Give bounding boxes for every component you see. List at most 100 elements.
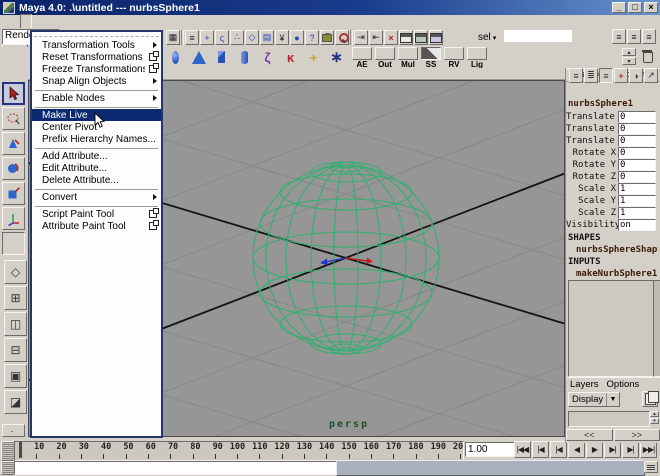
quick-select-input[interactable]: [504, 30, 572, 42]
layout-hypershade-persp-button[interactable]: ▣: [4, 364, 27, 388]
menu-bar-item[interactable]: [62, 15, 72, 28]
layer-scroll-down-icon[interactable]: ▾: [650, 418, 659, 424]
show-attribute-editor-icon[interactable]: ≡: [612, 29, 626, 44]
menu-item[interactable]: Edit Attribute...: [32, 162, 161, 174]
step-forward-key-button[interactable]: ▶|: [604, 441, 621, 458]
menu-item[interactable]: Reset Transformations: [32, 51, 161, 63]
range-slider-bar[interactable]: [336, 460, 645, 476]
output-connections-icon[interactable]: ⇤: [369, 30, 383, 45]
menu-item[interactable]: Prefix Hierarchy Names...: [32, 133, 161, 145]
menu-bar-item[interactable]: [102, 15, 112, 28]
menu-item[interactable]: Convert: [32, 191, 161, 203]
create-layer-icon[interactable]: [642, 391, 658, 407]
selected-object-name[interactable]: nurbsSphere1: [568, 99, 658, 109]
layout-four-view-button[interactable]: ⊞: [4, 286, 27, 310]
snap-to-curves-icon[interactable]: ς: [215, 30, 229, 45]
no-history-icon[interactable]: ×: [384, 30, 398, 45]
menu-item[interactable]: Transformation Tools: [32, 39, 161, 51]
play-forward-button[interactable]: ▶: [586, 441, 603, 458]
shelf-nurbs-cube-icon[interactable]: [212, 49, 231, 66]
shelf-nurbs-cylinder-icon[interactable]: [235, 49, 254, 66]
step-back-key-button[interactable]: |◀: [550, 441, 567, 458]
shelf-tab[interactable]: RV: [444, 47, 464, 69]
menu-bar-item[interactable]: [52, 15, 62, 28]
layout-persp-outliner-button[interactable]: ◫: [4, 312, 27, 336]
construction-history-icon[interactable]: ¥: [275, 30, 289, 45]
move-tool[interactable]: [2, 132, 25, 155]
menu-bar-item[interactable]: [32, 15, 42, 28]
render-current-frame-icon[interactable]: [399, 30, 413, 45]
snap-to-view-planes-icon[interactable]: ◇: [245, 30, 259, 45]
select-by-hierarchy-icon[interactable]: ▦: [166, 30, 180, 45]
shelf-paint-effects-icon[interactable]: ∗: [327, 49, 346, 66]
shape-node-name[interactable]: nurbsSphereShap: [576, 245, 657, 255]
highlight-selection-icon[interactable]: ≡: [185, 30, 199, 45]
shelf-nurbs-cone-icon[interactable]: [189, 49, 208, 66]
menu-bar-item[interactable]: [10, 15, 20, 28]
shelf-pin-icon[interactable]: +: [304, 49, 323, 66]
snap-to-grids-icon[interactable]: +: [200, 30, 214, 45]
snap-to-points-icon[interactable]: ∴: [230, 30, 244, 45]
status-divider[interactable]: [181, 30, 184, 45]
time-slider-grip[interactable]: [1, 441, 15, 461]
input-connections-icon[interactable]: ⇥: [354, 30, 368, 45]
shelf-tab[interactable]: Lig: [467, 47, 487, 69]
layer-list[interactable]: [568, 411, 650, 427]
step-forward-frame-button[interactable]: ▶|: [622, 441, 639, 458]
zoom-selected-icon[interactable]: [335, 30, 349, 45]
shelf-tab[interactable]: AE: [352, 47, 372, 69]
lock-icon[interactable]: [320, 30, 334, 45]
play-backward-button[interactable]: ◀: [568, 441, 585, 458]
layout-persp-graph-button[interactable]: ⊟: [4, 338, 27, 362]
ipr-render-icon[interactable]: [414, 30, 428, 45]
cb-justify-right-icon[interactable]: ≡: [599, 68, 613, 83]
menu-bar-item[interactable]: [82, 15, 92, 28]
channel-box-scrollbar[interactable]: [653, 280, 660, 377]
current-frame-marker[interactable]: [19, 442, 22, 458]
cb-hyperbolic-icon[interactable]: ↗: [644, 68, 658, 83]
time-slider[interactable]: 10 20 30 40 50 60 70 80 90 10: [14, 441, 464, 461]
layout-single-persp-button[interactable]: ◇: [4, 260, 27, 284]
shelf-nurbs-sphere-icon[interactable]: [166, 49, 185, 66]
lasso-tool[interactable]: [2, 107, 25, 130]
input-node-name[interactable]: makeNurbSphere1: [576, 269, 657, 279]
menu-bar-item[interactable]: [42, 15, 52, 28]
option-box-icon[interactable]: [149, 222, 157, 230]
selection-mask-menu[interactable]: sel: [478, 30, 496, 44]
layers-options-menu[interactable]: Options: [603, 379, 644, 390]
cb-justify-center-icon[interactable]: ≣: [584, 68, 598, 83]
render-sphere-icon[interactable]: ●: [290, 30, 304, 45]
layers-menu[interactable]: Layers: [566, 379, 603, 390]
make-live-icon[interactable]: ▤: [260, 30, 274, 45]
option-box-icon[interactable]: [149, 210, 157, 218]
option-box-icon[interactable]: [149, 53, 157, 61]
layout-persp-multi-button[interactable]: ◪: [4, 390, 27, 414]
render-globals-icon[interactable]: [429, 30, 443, 45]
scale-tool[interactable]: [2, 182, 25, 205]
menu-item[interactable]: Enable Nodes: [32, 92, 161, 104]
menu-item[interactable]: Delete Attribute...: [32, 174, 161, 186]
cb-justify-left-icon[interactable]: ≡: [569, 68, 583, 83]
shelf-scroll-up-icon[interactable]: ▴: [622, 48, 636, 56]
shelf-tab[interactable]: Mul: [398, 47, 418, 69]
show-channel-box-icon[interactable]: ≡: [642, 29, 656, 44]
range-slider-track[interactable]: [14, 461, 337, 475]
next-arrangement-button[interactable]: >>: [614, 429, 660, 441]
shelf-tab[interactable]: SS: [421, 47, 441, 69]
menu-bar-item[interactable]: [20, 14, 32, 29]
range-slider-grip[interactable]: [1, 461, 15, 475]
go-to-range-start-button[interactable]: |◀◀: [514, 441, 531, 458]
select-tool[interactable]: [2, 82, 25, 105]
maximize-button[interactable]: □: [628, 2, 642, 13]
layer-scroll-up-icon[interactable]: ▴: [650, 411, 659, 417]
layout-two-pane-button[interactable]: · ·: [2, 424, 25, 437]
shelf-joint-icon[interactable]: ζ: [258, 49, 277, 66]
cb-speed-dial-icon[interactable]: ◑: [629, 68, 643, 83]
shelf-scroll-down-icon[interactable]: ▾: [622, 57, 636, 65]
close-button[interactable]: ×: [644, 2, 658, 13]
minimize-button[interactable]: _: [612, 2, 626, 13]
layer-display-dropdown[interactable]: Display ▼: [568, 392, 620, 407]
option-box-icon[interactable]: [149, 65, 157, 73]
step-back-frame-button[interactable]: |◀: [532, 441, 549, 458]
shelf-ik-handle-icon[interactable]: κ: [281, 49, 300, 66]
